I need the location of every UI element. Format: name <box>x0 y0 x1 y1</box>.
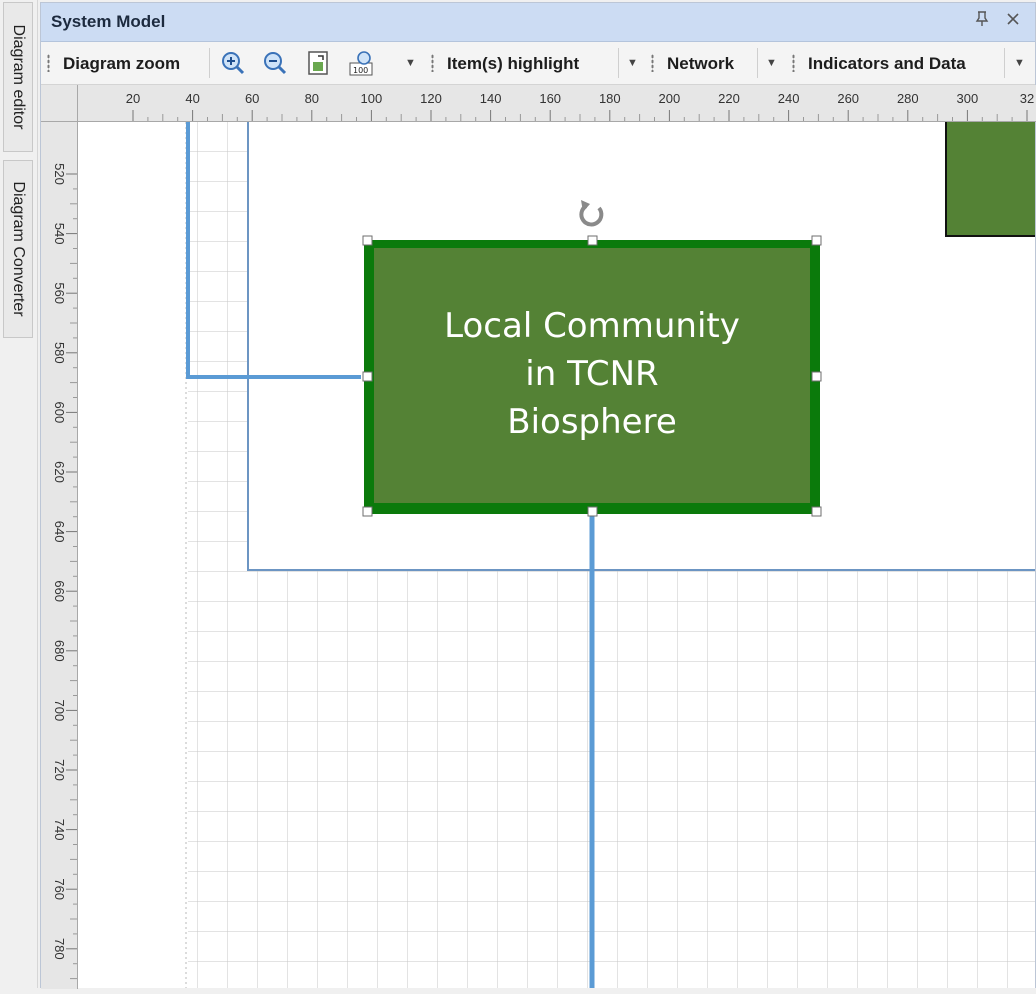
node-label-line: Biosphere <box>507 402 677 442</box>
indicators-chevron-down-icon[interactable]: ▼ <box>1014 57 1025 69</box>
ruler-tick-label: 140 <box>480 91 502 106</box>
ruler-tick-label: 100 <box>361 91 383 106</box>
diagram-zoom-label: Diagram zoom <box>63 54 181 73</box>
toolbar-grip-icon[interactable] <box>651 54 654 72</box>
node-label-line: in TCNR <box>525 354 659 394</box>
ruler-tick-label: 700 <box>52 700 67 722</box>
toolbar-grip-icon[interactable] <box>431 54 434 72</box>
zoom-out-icon[interactable] <box>261 49 289 77</box>
side-tab-strip: Diagram editor Diagram Converter <box>0 0 38 988</box>
ruler-tick-label: 560 <box>52 282 67 304</box>
ruler-tick-label: 740 <box>52 819 67 841</box>
zoom-100-icon[interactable]: 100 <box>347 49 375 77</box>
ruler-tick-label: 120 <box>420 91 442 106</box>
ruler-tick-label: 80 <box>305 91 319 106</box>
horizontal-ruler: 20 40 60 80 100 120 140 160 180 200 220 240 260 280 30… <box>41 85 1036 122</box>
item-highlight-chevron-down-icon[interactable]: ▼ <box>627 57 638 69</box>
resize-handle[interactable] <box>362 235 373 246</box>
ruler-tick-label: 680 <box>52 640 67 662</box>
ruler-tick-label: 720 <box>52 759 67 781</box>
ruler-tick-label: 160 <box>539 91 561 106</box>
resize-handle[interactable] <box>362 506 373 517</box>
resize-handle[interactable] <box>362 371 373 382</box>
ruler-tick-label: 540 <box>52 223 67 245</box>
item-highlight-label[interactable]: Item(s) highlight <box>447 54 579 74</box>
toolbar-grip-icon[interactable] <box>47 54 50 72</box>
close-icon[interactable] <box>1005 11 1021 32</box>
diagram-node-partial[interactable] <box>945 122 1035 237</box>
ruler-tick-label: 240 <box>778 91 800 106</box>
resize-handle[interactable] <box>811 235 822 246</box>
ruler-tick-label: 580 <box>52 342 67 364</box>
diagram-canvas-svg <box>185 122 1035 988</box>
fit-page-icon[interactable] <box>305 49 333 77</box>
toolbar-separator <box>1004 48 1005 78</box>
resize-handle[interactable] <box>587 235 598 246</box>
toolbar-separator <box>757 48 758 78</box>
node-label-line: Local Community <box>444 306 740 346</box>
diagram-toolbar: Diagram zoom 100 ▼ Item(s) highlight ▼ N… <box>41 42 1035 85</box>
ruler-tick-label: 600 <box>52 402 67 424</box>
svg-text:100: 100 <box>353 66 368 75</box>
panel-title-bar: System Model <box>41 3 1035 42</box>
indicators-data-label[interactable]: Indicators and Data <box>808 54 966 74</box>
selected-node-label: Local Community in TCNR Biosphere <box>374 302 810 446</box>
ruler-tick-label: 200 <box>659 91 681 106</box>
zoom-dropdown-chevron-down-icon[interactable]: ▼ <box>405 57 416 69</box>
resize-handle[interactable] <box>811 371 822 382</box>
resize-handle[interactable] <box>811 506 822 517</box>
tab-diagram-editor[interactable]: Diagram editor <box>3 2 33 152</box>
tab-diagram-editor-label: Diagram editor <box>10 24 27 130</box>
vertical-ruler-svg: 520 540 560 580 600 620 640 660 680 700 720 740 760 7… <box>52 163 77 994</box>
tab-diagram-converter[interactable]: Diagram Converter <box>3 160 33 338</box>
panel-title: System Model <box>51 12 166 31</box>
ruler-tick-label: 660 <box>52 580 67 602</box>
tab-diagram-converter-label: Diagram Converter <box>10 181 27 317</box>
ruler-tick-label: 300 <box>957 91 979 106</box>
network-label[interactable]: Network <box>667 54 734 74</box>
vertical-ruler: 520 540 560 580 600 620 640 660 680 700 720 740 760 7… <box>41 85 78 994</box>
ruler-tick-label: 60 <box>245 91 259 106</box>
ruler-tick-label: 780 <box>52 938 67 960</box>
ruler-tick-label: 220 <box>718 91 740 106</box>
ruler-corner <box>41 85 78 122</box>
network-chevron-down-icon[interactable]: ▼ <box>766 57 777 69</box>
ruler-tick-label: 620 <box>52 461 67 483</box>
ruler-tick-label: 520 <box>52 163 67 185</box>
diagram-canvas[interactable]: Local Community in TCNR Biosphere <box>78 122 1035 988</box>
ruler-tick-label: 180 <box>599 91 621 106</box>
ruler-tick-label: 280 <box>897 91 919 106</box>
horizontal-ruler-svg: 20 40 60 80 100 120 140 160 180 200 220 240 260 280 30… <box>126 91 1034 121</box>
toolbar-grip-icon[interactable] <box>792 54 795 72</box>
ruler-tick-label: 760 <box>52 878 67 900</box>
system-model-panel: System Model Diagram zoom 100 ▼ Item(s) … <box>40 2 1036 994</box>
ruler-tick-label: 40 <box>185 91 199 106</box>
ruler-tick-label: 32 <box>1020 91 1034 106</box>
ruler-tick-label: 20 <box>126 91 140 106</box>
toolbar-separator <box>618 48 619 78</box>
pin-icon[interactable] <box>975 11 989 32</box>
ruler-tick-label: 640 <box>52 521 67 543</box>
zoom-in-icon[interactable] <box>219 49 247 77</box>
toolbar-separator <box>209 48 210 78</box>
ruler-tick-label: 260 <box>837 91 859 106</box>
resize-handle[interactable] <box>587 506 598 517</box>
